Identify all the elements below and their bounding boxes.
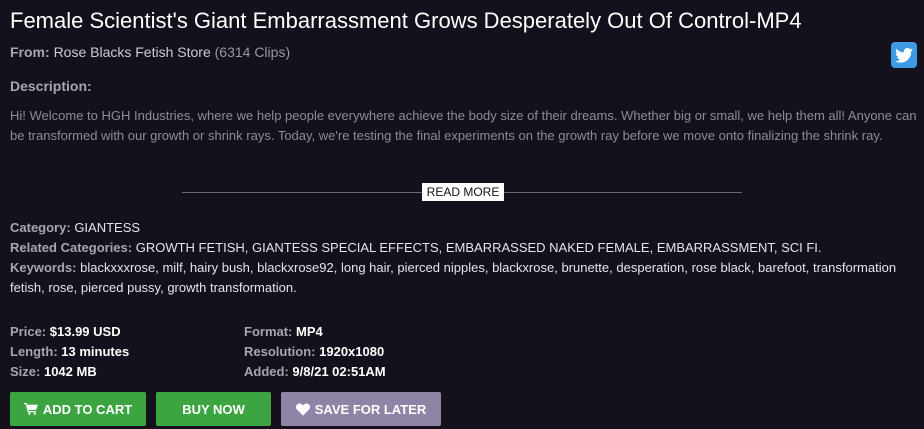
keyword-link[interactable]: desperation (616, 260, 684, 275)
format-label: Format: (244, 324, 293, 339)
format-row: Format: MP4 (244, 322, 323, 342)
keyword-link[interactable]: blackxxxrose (80, 260, 155, 275)
price-row: Price: $13.99 USD (10, 322, 121, 342)
buy-now-button[interactable]: BUY NOW (156, 392, 271, 426)
keyword-link[interactable]: pierced nipples (397, 260, 484, 275)
keyword-link[interactable]: long hair (341, 260, 390, 275)
twitter-icon (895, 47, 913, 63)
keyword-link[interactable]: milf (162, 260, 182, 275)
metadata-block: Category: GIANTESS Related Categories: G… (10, 218, 920, 298)
size-value: 1042 MB (43, 364, 97, 379)
keyword-link[interactable]: blackxrose92 (257, 260, 334, 275)
store-link[interactable]: Rose Blacks Fetish Store (54, 44, 211, 60)
size-row: Size: 1042 MB (10, 362, 97, 382)
clip-detail-page: Female Scientist's Giant Embarrassment G… (0, 0, 924, 429)
related-category-link[interactable]: EMBARRASSED NAKED FEMALE (446, 240, 650, 255)
clip-title: Female Scientist's Giant Embarrassment G… (10, 8, 802, 33)
from-line: From: Rose Blacks Fetish Store (6314 Cli… (10, 44, 290, 60)
heart-icon (295, 403, 310, 416)
clip-count: (6314 Clips) (214, 44, 291, 60)
from-label: From: (10, 44, 50, 60)
related-categories-row: Related Categories: GROWTH FETISH, GIANT… (10, 238, 920, 258)
keyword-link[interactable]: rose black (692, 260, 751, 275)
buy-now-label: BUY NOW (182, 401, 245, 417)
keyword-link[interactable]: hairy bush (190, 260, 250, 275)
added-value: 9/8/21 02:51AM (292, 364, 386, 379)
length-label: Length: (10, 344, 58, 359)
related-categories-list: GROWTH FETISH, GIANTESS SPECIAL EFFECTS,… (135, 240, 822, 255)
price-value: $13.99 USD (49, 324, 121, 339)
add-to-cart-button[interactable]: ADD TO CART (10, 392, 146, 426)
added-row: Added: 9/8/21 02:51AM (244, 362, 386, 382)
related-category-link[interactable]: EMBARRASSMENT (657, 240, 774, 255)
related-categories-label: Related Categories: (10, 240, 133, 255)
description-text: Hi! Welcome to HGH Industries, where we … (10, 108, 917, 143)
category-label: Category: (10, 220, 71, 235)
related-category-link[interactable]: GIANTESS SPECIAL EFFECTS (252, 240, 439, 255)
keyword-link[interactable]: barefoot (758, 260, 806, 275)
keyword-link[interactable]: brunette (561, 260, 609, 275)
added-label: Added: (244, 364, 289, 379)
add-to-cart-label: ADD TO CART (42, 401, 133, 417)
price-label: Price: (10, 324, 47, 339)
keywords-label: Keywords: (10, 260, 77, 275)
format-value: MP4 (296, 324, 323, 339)
keywords-list: blackxxxrose, milf, hairy bush, blackxro… (10, 260, 897, 295)
description-label: Description: (10, 78, 92, 94)
category-row: Category: GIANTESS (10, 218, 920, 238)
keyword-link[interactable]: pierced pussy (81, 280, 160, 295)
keyword-link[interactable]: rose (48, 280, 73, 295)
resolution-row: Resolution: 1920x1080 (244, 342, 384, 362)
length-row: Length: 13 minutes (10, 342, 129, 362)
keyword-link[interactable]: growth transformation (167, 280, 293, 295)
length-value: 13 minutes (61, 344, 130, 359)
category-value[interactable]: GIANTESS (74, 220, 140, 235)
save-for-later-label: SAVE FOR LATER (314, 401, 427, 417)
related-category-link[interactable]: GROWTH FETISH (136, 240, 245, 255)
save-for-later-button[interactable]: SAVE FOR LATER (281, 392, 441, 426)
keyword-link[interactable]: blackxrose (492, 260, 554, 275)
size-label: Size: (10, 364, 41, 379)
resolution-label: Resolution: (244, 344, 316, 359)
cart-icon (23, 403, 38, 415)
keywords-row: Keywords: blackxxxrose, milf, hairy bush… (10, 258, 920, 298)
related-category-link[interactable]: SCI FI (781, 240, 818, 255)
twitter-share-button[interactable] (891, 42, 917, 68)
resolution-value: 1920x1080 (319, 344, 385, 359)
read-more-button[interactable]: READ MORE (422, 183, 504, 201)
